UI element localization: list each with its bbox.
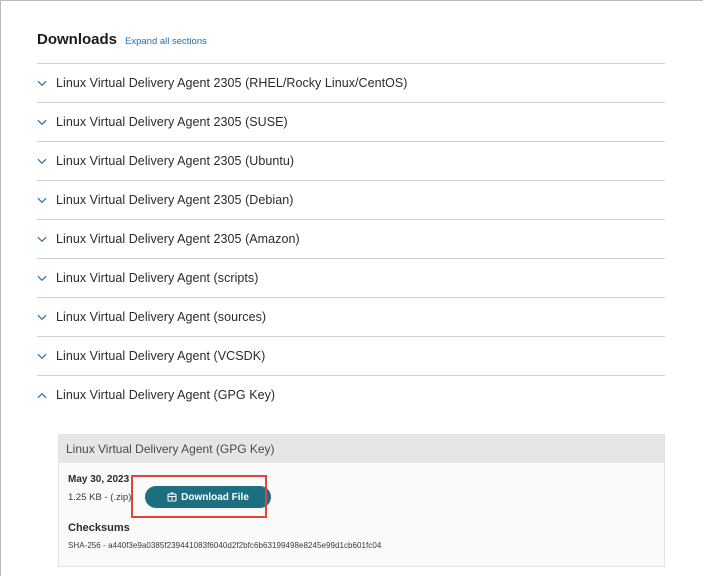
file-size: 1.25 KB - (.zip): [68, 492, 132, 503]
checksums-title: Checksums: [68, 522, 130, 534]
section-label: Linux Virtual Delivery Agent 2305 (RHEL/…: [56, 76, 408, 90]
section-sources[interactable]: Linux Virtual Delivery Agent (sources): [37, 297, 665, 336]
downloads-header: Downloads Expand all sections: [37, 31, 207, 48]
expand-all-link[interactable]: Expand all sections: [125, 36, 207, 47]
section-ubuntu[interactable]: Linux Virtual Delivery Agent 2305 (Ubunt…: [37, 141, 665, 180]
section-scripts[interactable]: Linux Virtual Delivery Agent (scripts): [37, 258, 665, 297]
section-suse[interactable]: Linux Virtual Delivery Agent 2305 (SUSE): [37, 102, 665, 141]
section-debian[interactable]: Linux Virtual Delivery Agent 2305 (Debia…: [37, 180, 665, 219]
checksum-value: SHA-256 - a440f3e9a0385f239441083f6040d2…: [68, 541, 382, 550]
downloads-title: Downloads: [37, 31, 118, 48]
chevron-up-icon: [37, 390, 47, 400]
section-label: Linux Virtual Delivery Agent 2305 (Amazo…: [56, 232, 300, 246]
download-file-button[interactable]: Download File: [145, 486, 271, 508]
section-rhel[interactable]: Linux Virtual Delivery Agent 2305 (RHEL/…: [37, 63, 665, 102]
download-box-icon: [167, 492, 177, 502]
chevron-down-icon: [37, 156, 47, 166]
downloads-section-list: Linux Virtual Delivery Agent 2305 (RHEL/…: [37, 63, 665, 414]
chevron-down-icon: [37, 117, 47, 127]
section-label: Linux Virtual Delivery Agent 2305 (Debia…: [56, 193, 294, 207]
section-label: Linux Virtual Delivery Agent (GPG Key): [56, 388, 276, 402]
section-label: Linux Virtual Delivery Agent (VCSDK): [56, 349, 266, 363]
chevron-down-icon: [37, 273, 47, 283]
panel-title: Linux Virtual Delivery Agent (GPG Key): [59, 435, 664, 463]
section-label: Linux Virtual Delivery Agent (scripts): [56, 271, 259, 285]
section-gpg-key[interactable]: Linux Virtual Delivery Agent (GPG Key): [37, 375, 665, 414]
section-amazon[interactable]: Linux Virtual Delivery Agent 2305 (Amazo…: [37, 219, 665, 258]
section-vcsdk[interactable]: Linux Virtual Delivery Agent (VCSDK): [37, 336, 665, 375]
chevron-down-icon: [37, 234, 47, 244]
section-label: Linux Virtual Delivery Agent 2305 (Ubunt…: [56, 154, 295, 168]
file-date: May 30, 2023: [68, 474, 130, 485]
download-button-label: Download File: [181, 491, 249, 503]
section-label: Linux Virtual Delivery Agent 2305 (SUSE): [56, 115, 288, 129]
chevron-down-icon: [37, 351, 47, 361]
chevron-down-icon: [37, 312, 47, 322]
gpg-key-download-panel: Linux Virtual Delivery Agent (GPG Key) M…: [58, 434, 665, 567]
chevron-down-icon: [37, 78, 47, 88]
section-label: Linux Virtual Delivery Agent (sources): [56, 310, 267, 324]
chevron-down-icon: [37, 195, 47, 205]
